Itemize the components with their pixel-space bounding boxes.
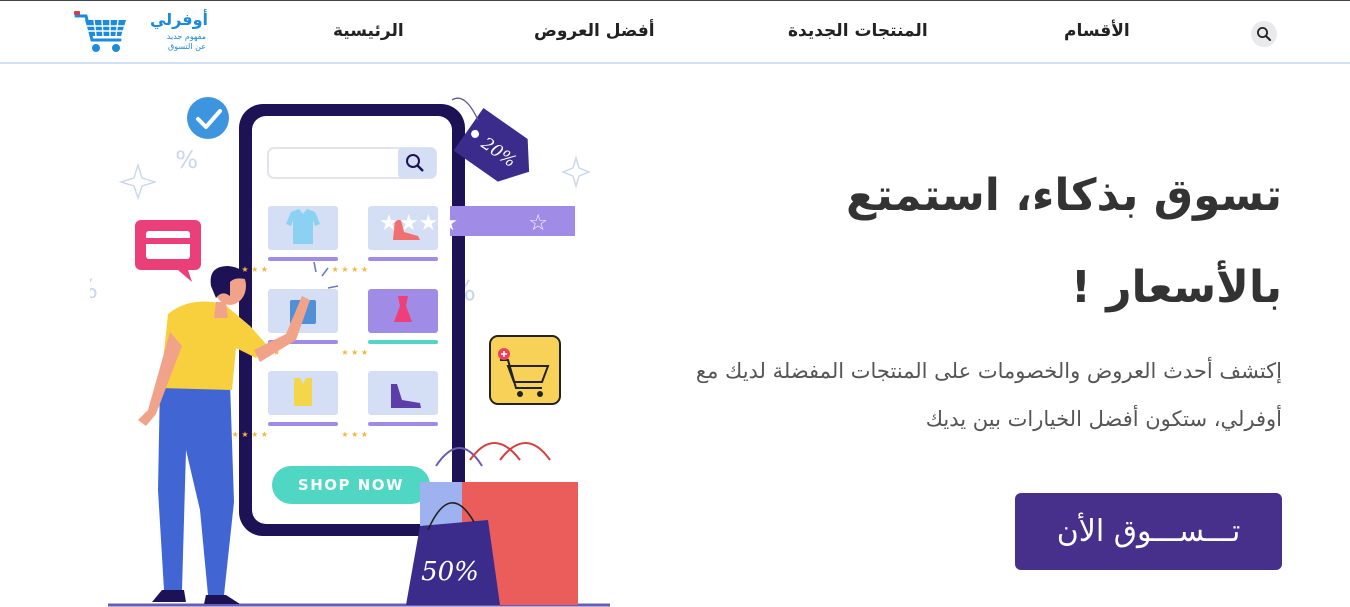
checkmark-badge-icon xyxy=(187,97,229,139)
top-navbar: أوفرلي مفهوم جديد عن التسوق الرئيسية أفض… xyxy=(0,0,1350,64)
shop-now-pill: SHOP NOW xyxy=(272,466,430,504)
logo-tagline-line1: مفهوم جديد xyxy=(166,32,206,41)
bag-discount-label: 50% xyxy=(421,557,479,587)
percent-decoration: % xyxy=(90,275,98,305)
svg-text:★ ★ ★: ★ ★ ★ xyxy=(341,430,368,439)
svg-text:★ ★ ★ ★: ★ ★ ★ ★ xyxy=(332,265,368,274)
cart-badge-icon xyxy=(489,335,561,405)
nav-link-categories[interactable]: الأقسام xyxy=(1064,21,1130,41)
search-icon xyxy=(1257,27,1271,41)
nav-link-new-products[interactable]: المنتجات الجديدة xyxy=(788,21,928,41)
nav-link-home[interactable]: الرئيسية xyxy=(333,21,404,41)
svg-text:★★★★: ★★★★ xyxy=(379,211,458,236)
shopping-illustration: % % % xyxy=(90,97,610,607)
shop-now-pill-label: SHOP NOW xyxy=(298,476,404,494)
nav-link-best-offers[interactable]: أفضل العروض xyxy=(534,21,655,41)
svg-text:★ ★ ★: ★ ★ ★ xyxy=(341,348,368,357)
discount-tag-icon: 20% xyxy=(453,108,530,182)
logo-tagline: مفهوم جديد عن التسوق xyxy=(130,32,206,52)
percent-decoration: % xyxy=(175,146,198,174)
hero-title: تسوق بذكاء، استمتع بالأسعار ! xyxy=(846,170,1282,313)
search-button[interactable] xyxy=(1251,21,1277,47)
svg-text:★ ★ ★ ★: ★ ★ ★ ★ xyxy=(232,430,268,439)
shop-now-button[interactable]: تـــســـوق الأن xyxy=(1015,493,1282,570)
logo-title: أوفرلي xyxy=(149,10,208,29)
rating-ribbon: ★★★★ ☆ xyxy=(379,206,575,236)
logo-tagline-line2: عن التسوق xyxy=(168,42,206,51)
phone-mockup: ★ ★ ★ ★ ★ ★ ★ ★ ★ ★ ★ ★ ★ ★ ★ ★ ★ ★ ★ ★ … xyxy=(222,104,465,536)
shopping-cart-logo-icon xyxy=(74,11,126,52)
credit-card-bubble-icon xyxy=(135,220,201,282)
hero-description: إكتشف أحدث العروض والخصومات على المنتجات… xyxy=(695,359,1282,431)
brand-logo[interactable]: أوفرلي مفهوم جديد عن التسوق xyxy=(74,8,208,56)
svg-text:☆: ☆ xyxy=(528,211,548,236)
